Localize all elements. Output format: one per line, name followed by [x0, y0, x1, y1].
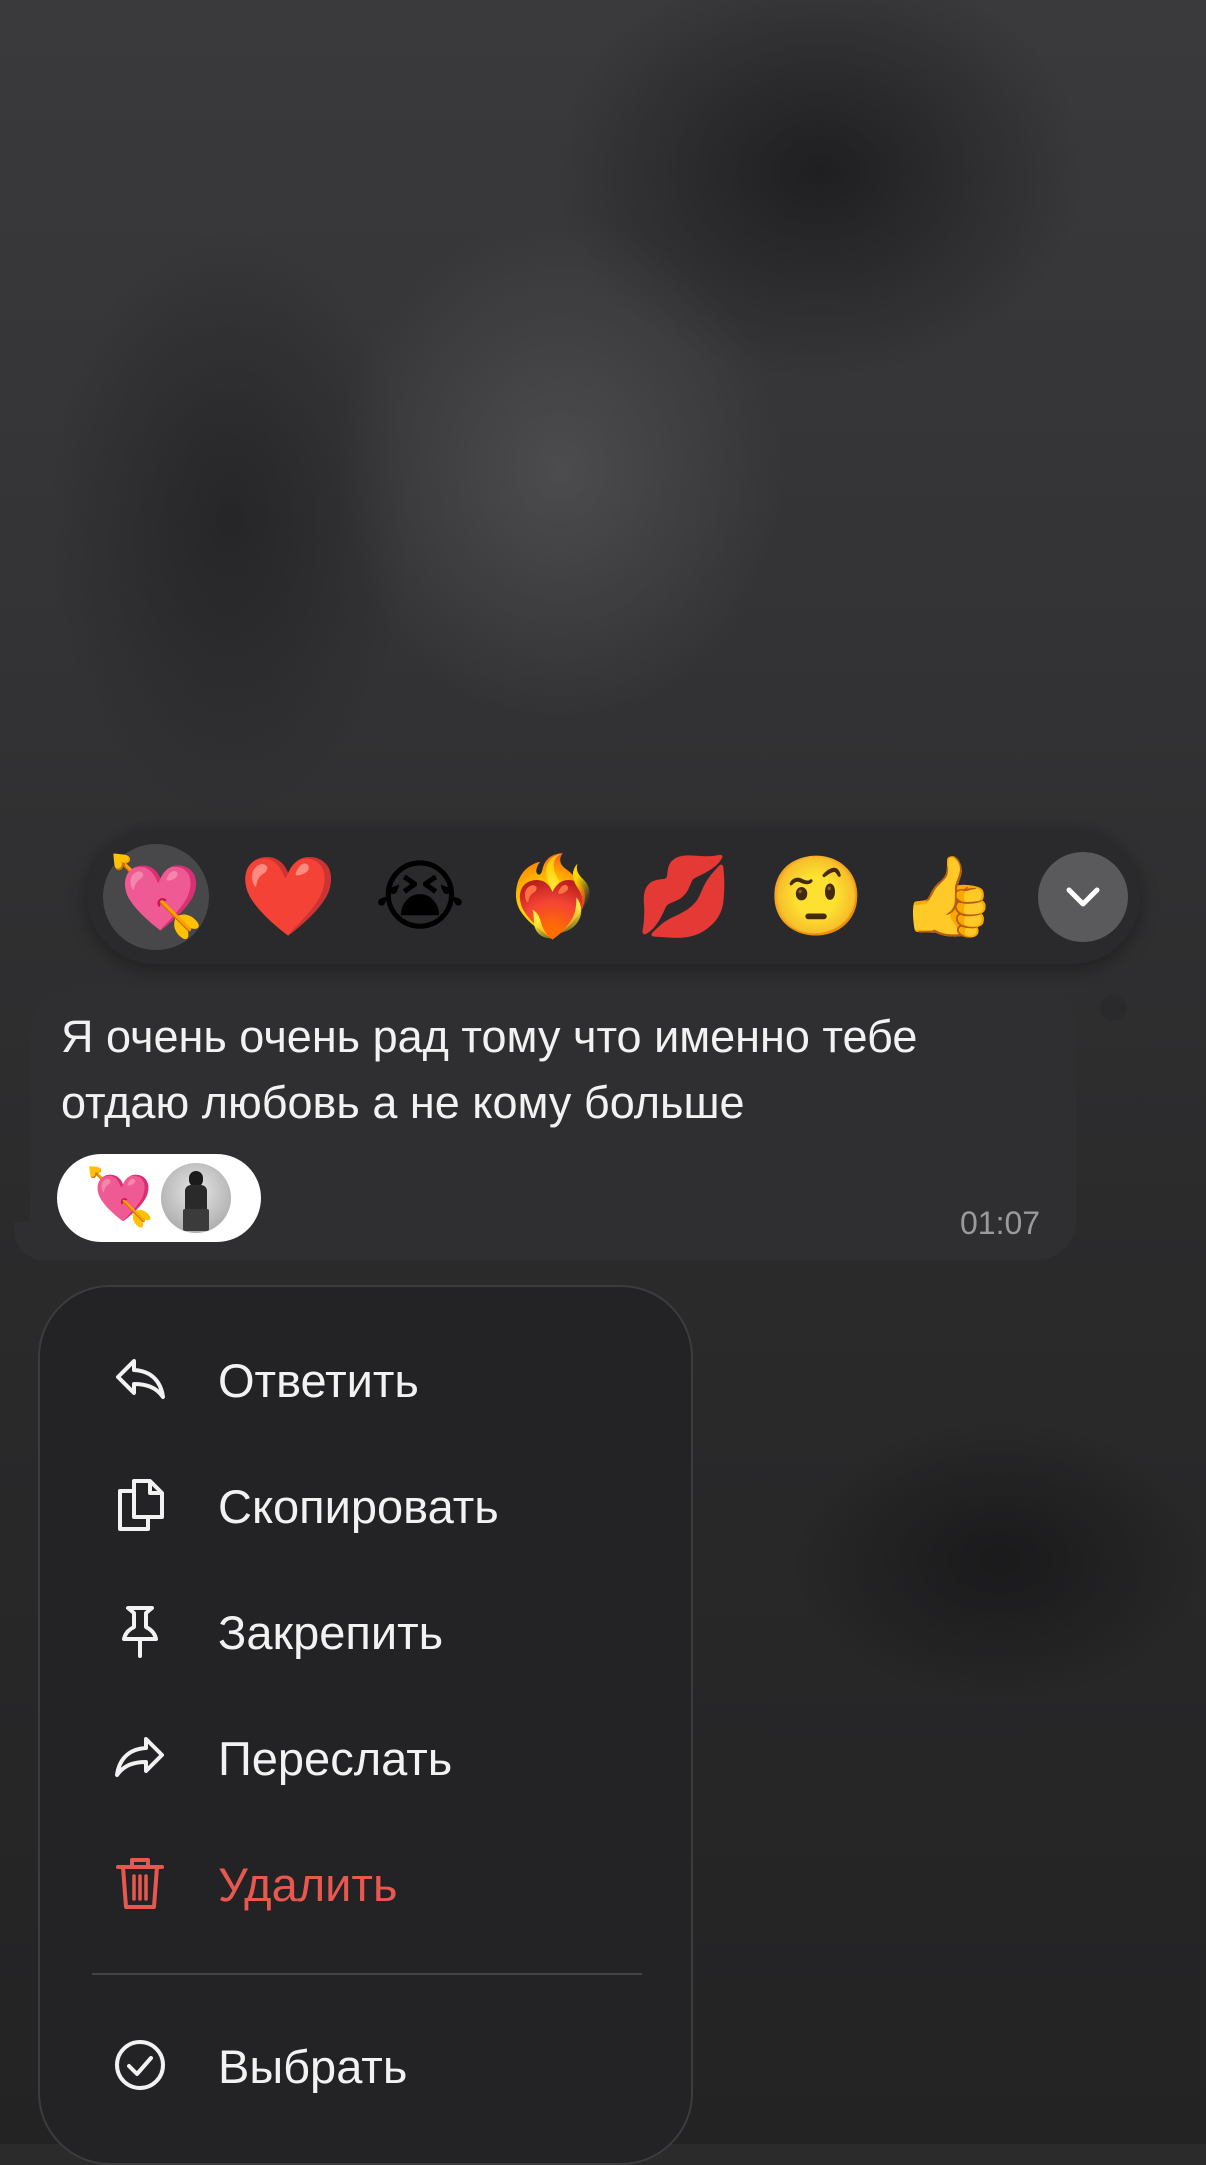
reaction-heart-on-fire[interactable]: ❤️‍🔥 — [499, 844, 605, 950]
pin-icon — [122, 1606, 158, 1658]
menu-item-select[interactable]: Выбрать — [40, 2009, 691, 2119]
forward-icon — [115, 1737, 164, 1777]
expand-reactions-button[interactable] — [1038, 852, 1128, 942]
menu-item-label: Удалить — [218, 1858, 398, 1911]
menu-item-copy[interactable]: Скопировать — [40, 1449, 691, 1559]
menu-item-forward[interactable]: Переслать — [40, 1701, 691, 1811]
check-circle-icon — [115, 2040, 165, 2090]
menu-divider — [92, 1973, 642, 1975]
reaction-loudly-crying-face[interactable]: 😭 — [367, 844, 473, 950]
reaction-bar-tail — [1100, 995, 1126, 1021]
reaction-kiss-mark[interactable]: 💋 — [631, 844, 737, 950]
menu-item-label: Скопировать — [218, 1480, 499, 1533]
reaction-red-heart[interactable]: ❤️ — [235, 844, 341, 950]
menu-item-label: Выбрать — [218, 2040, 408, 2093]
menu-item-label: Закрепить — [218, 1606, 444, 1659]
menu-item-label: Переслать — [218, 1732, 453, 1785]
reaction-raised-eyebrow-face[interactable]: 🤨 — [763, 844, 869, 950]
menu-item-label: Ответить — [218, 1354, 419, 1407]
message-text-line: отдаю любовь а не кому больше — [61, 1077, 745, 1128]
message-text: Я очень очень рад тому что именно тебе о… — [61, 1004, 1061, 1136]
message-timestamp: 01:07 — [960, 1205, 1041, 1241]
menu-item-reply[interactable]: Ответить — [40, 1323, 691, 1433]
avatar — [161, 1163, 231, 1233]
reaction-bar: 💘 ❤️ 😭 ❤️‍🔥 💋 🤨 👍 — [87, 829, 1140, 964]
copy-icon — [118, 1479, 164, 1531]
menu-item-pin[interactable]: Закрепить — [40, 1575, 691, 1685]
reaction-heart-with-arrow[interactable]: 💘 — [103, 844, 209, 950]
reaction-thumbs-up[interactable]: 👍 — [895, 844, 1001, 950]
menu-item-delete[interactable]: Удалить — [40, 1827, 691, 1937]
chip-reaction-emoji: 💘 — [85, 1165, 155, 1230]
reply-icon — [116, 1359, 165, 1399]
message-reaction-chip[interactable]: 💘 — [57, 1154, 261, 1242]
trash-icon — [116, 1858, 164, 1909]
context-menu: Ответить Скопировать Закрепить Переслать — [38, 1285, 693, 2165]
chevron-down-icon — [1066, 887, 1100, 907]
message-text-line: Я очень очень рад тому что именно тебе — [61, 1011, 918, 1062]
